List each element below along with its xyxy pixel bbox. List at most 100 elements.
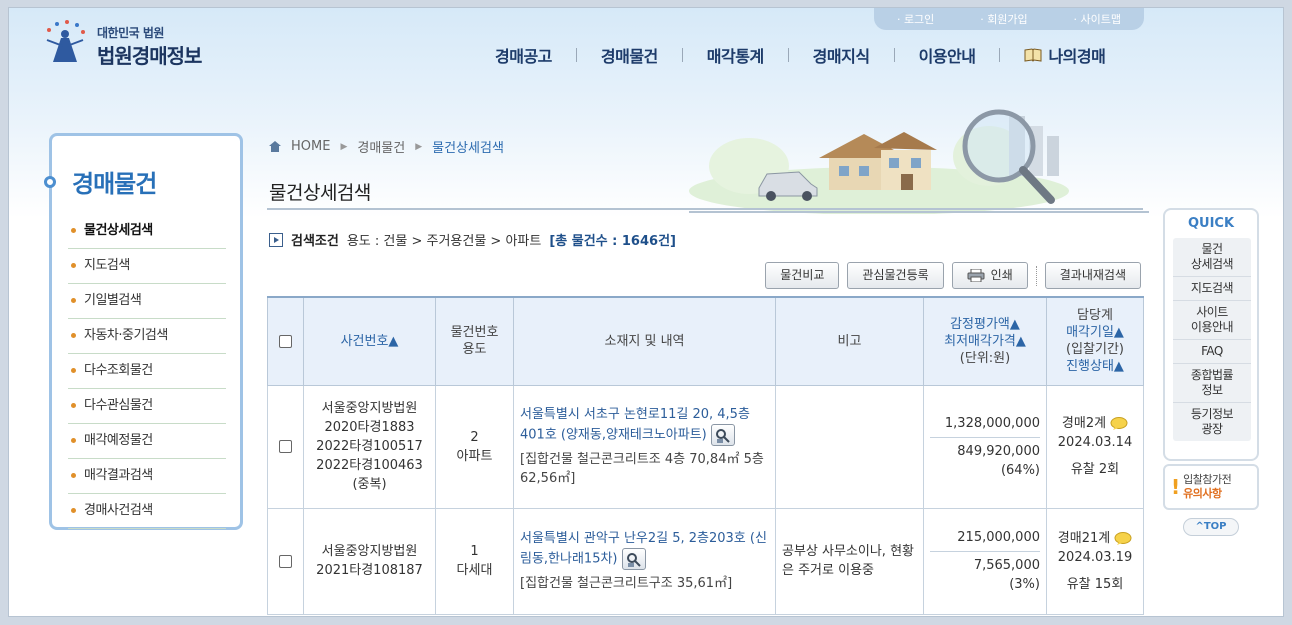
sidebar-menu: 물건상세검색 지도검색 기일별검색 자동차·중기검색 다수조회물건 다수관심물건… — [68, 214, 226, 529]
sidebar-item-case-search[interactable]: 경매사건검색 — [68, 494, 226, 529]
map-view-button[interactable] — [710, 424, 735, 446]
quick-item-label: 등기정보 — [1190, 407, 1234, 421]
price-ratio: (3%) — [1009, 577, 1040, 592]
remark-header: 비고 — [775, 296, 924, 386]
sidebar-title: 경매물건 — [72, 170, 157, 198]
signup-link[interactable]: 회원가입 — [980, 11, 1027, 27]
sidebar-item-results[interactable]: 매각결과검색 — [68, 459, 226, 494]
item-number: 2 — [470, 429, 479, 445]
sidebar-item-map-search[interactable]: 지도검색 — [68, 249, 226, 284]
bid-notice-line2: 유의사항 — [1183, 487, 1222, 500]
department-label: 담당계 — [1077, 308, 1113, 324]
page-title: 물건상세검색 — [269, 182, 371, 204]
row-checkbox[interactable] — [279, 440, 292, 453]
case-number: 2022타경100463 — [316, 458, 423, 473]
progress-status: 유찰 2회 — [1070, 462, 1120, 477]
sitemap-link[interactable]: 사이트맵 — [1074, 11, 1121, 27]
title-divider — [267, 208, 1143, 210]
book-icon — [1024, 48, 1042, 62]
item-number-cell: 2 아파트 — [435, 384, 514, 509]
building-detail: [집합건물 철근콘크리트구조 35,61㎡] — [520, 576, 733, 591]
nav-guide[interactable]: 이용안내 — [895, 43, 1000, 67]
case-number: 2022타경100517 — [316, 439, 423, 454]
quick-item-registry[interactable]: 등기정보 광장 — [1173, 403, 1251, 441]
case-cell[interactable]: 서울중앙지방법원 2021타경108187 — [303, 507, 436, 615]
quick-item-detail-search[interactable]: 물건 상세검색 — [1173, 238, 1251, 277]
nav-auction-items[interactable]: 경매물건 — [577, 43, 682, 67]
quick-item-site-guide[interactable]: 사이트 이용안내 — [1173, 301, 1251, 340]
address-cell: 서울특별시 관악구 난우2길 5, 2층203호 (신림동,한나래15차) [집… — [513, 507, 776, 615]
address-header: 소재지 및 내역 — [513, 296, 776, 386]
sidebar-item-most-watched[interactable]: 다수관심물건 — [68, 389, 226, 424]
sidebar-bullet — [44, 176, 56, 188]
appraisal-value: 1,328,000,000 — [930, 414, 1040, 438]
minimum-price: 849,920,000 — [957, 443, 1040, 459]
appraisal-sort[interactable]: 감정평가액▲ — [928, 316, 1042, 333]
sidebar-item-detail-search[interactable]: 물건상세검색 — [68, 214, 226, 249]
price-cell: 215,000,000 7,565,000 (3%) — [923, 507, 1047, 615]
case-number-header[interactable]: 사건번호▲ — [303, 296, 436, 386]
address-cell: 서울특별시 서초구 논현로11길 20, 4,5층401호 (양재동,양재테크노… — [513, 384, 776, 509]
select-all-header — [267, 296, 304, 386]
sidebar-item-most-viewed[interactable]: 다수조회물건 — [68, 354, 226, 389]
conditions-path: 용도 : 건물 > 주거용건물 > 아파트 — [346, 234, 542, 249]
speech-bubble-icon[interactable] — [1110, 417, 1128, 430]
price-ratio: (64%) — [1000, 462, 1040, 478]
court-name: 서울중앙지방법원 — [321, 544, 418, 559]
login-link[interactable]: 로그인 — [897, 11, 934, 27]
sidebar-item-vehicle-search[interactable]: 자동차·중기검색 — [68, 319, 226, 354]
speech-bubble-icon[interactable] — [1114, 531, 1132, 545]
sidebar-item-scheduled[interactable]: 매각예정물건 — [68, 424, 226, 459]
home-icon — [269, 141, 281, 152]
table-row: 서울중앙지방법원 2021타경108187 1 다세대 서울특별시 관악구 난우… — [267, 507, 1144, 615]
status-cell: 경매21계 2024.03.19 유찰 15회 — [1046, 507, 1144, 615]
quick-item-label: FAQ — [1201, 344, 1223, 358]
main-nav: 경매공고 경매물건 매각통계 경매지식 이용안내 나의경매 — [471, 43, 1106, 67]
quick-item-legal-info[interactable]: 종합법률 정보 — [1173, 364, 1251, 403]
usage-header-label: 용도 — [462, 342, 487, 358]
breadcrumb-auction-items[interactable]: 경매물건 — [357, 137, 405, 156]
row-checkbox[interactable] — [279, 554, 292, 568]
nav-sale-statistics[interactable]: 매각통계 — [683, 43, 788, 67]
department-header: 담당계 매각기일▲ (입찰기간) 진행상태▲ — [1046, 296, 1144, 386]
row-select-cell — [267, 384, 304, 509]
browser-viewport: 대한민국 법원 법원경매정보 로그인 회원가입 사이트맵 경매공고 경매물건 매… — [8, 7, 1284, 617]
department-name[interactable]: 경매2계 — [1062, 414, 1106, 433]
minimum-price-sort[interactable]: 최저매각가격▲ — [928, 333, 1042, 350]
breadcrumb-home[interactable]: HOME — [291, 139, 330, 154]
sidebar-item-date-search[interactable]: 기일별검색 — [68, 284, 226, 319]
usage: 다세대 — [456, 563, 493, 578]
quick-item-label: 지도검색 — [1190, 281, 1234, 295]
table-header-row: 사건번호▲ 물건번호 용도 소재지 및 내역 비고 감정평가액▲ 최저매각가격▲… — [267, 296, 1144, 386]
quick-item-map-search[interactable]: 지도검색 — [1173, 277, 1251, 301]
status-cell: 경매2계 2024.03.14 유찰 2회 — [1046, 384, 1144, 509]
print-label: 인쇄 — [990, 268, 1013, 282]
compare-button[interactable]: 물건비교 — [765, 262, 840, 289]
scroll-top-button[interactable]: ^TOP — [1183, 518, 1239, 536]
register-interest-button[interactable]: 관심물건등록 — [847, 262, 944, 289]
department-name[interactable]: 경매21계 — [1058, 529, 1110, 548]
price-header: 감정평가액▲ 최저매각가격▲ (단위:원) — [923, 296, 1047, 386]
price-cell: 1,328,000,000 849,920,000 (64%) — [923, 384, 1047, 509]
status-sort[interactable]: 진행상태▲ — [1051, 358, 1139, 375]
quick-item-label: 정보 — [1201, 383, 1223, 397]
bid-notice-button[interactable]: ! 입찰참가전 유의사항 — [1163, 464, 1259, 510]
case-cell[interactable]: 서울중앙지방법원 2020타경1883 2022타경100517 2022타경1… — [303, 384, 436, 509]
nav-auction-notice[interactable]: 경매공고 — [471, 43, 576, 67]
usage: 아파트 — [456, 448, 493, 464]
court-name: 서울중앙지방법원 — [321, 401, 418, 416]
breadcrumb-arrow-icon: ▶ — [340, 141, 348, 152]
map-view-button[interactable] — [621, 548, 646, 570]
select-all-checkbox[interactable] — [279, 334, 292, 348]
bid-notice-line1: 입찰참가전 — [1183, 473, 1232, 486]
site-logo[interactable]: 대한민국 법원 법원경매정보 — [39, 16, 229, 68]
nav-auction-knowledge[interactable]: 경매지식 — [789, 43, 894, 67]
nav-my-auction[interactable]: 나의경매 — [1000, 43, 1106, 67]
sale-date-sort[interactable]: 매각기일▲ — [1051, 324, 1139, 341]
appraisal-value: 215,000,000 — [930, 528, 1040, 552]
search-within-results-button[interactable]: 결과내재검색 — [1044, 262, 1141, 289]
quick-item-faq[interactable]: FAQ — [1173, 340, 1251, 364]
quick-item-label: 물건 — [1201, 242, 1223, 256]
print-button[interactable]: 인쇄 — [951, 262, 1028, 289]
total-count: [총 물건수 : 1646건] — [549, 234, 676, 249]
